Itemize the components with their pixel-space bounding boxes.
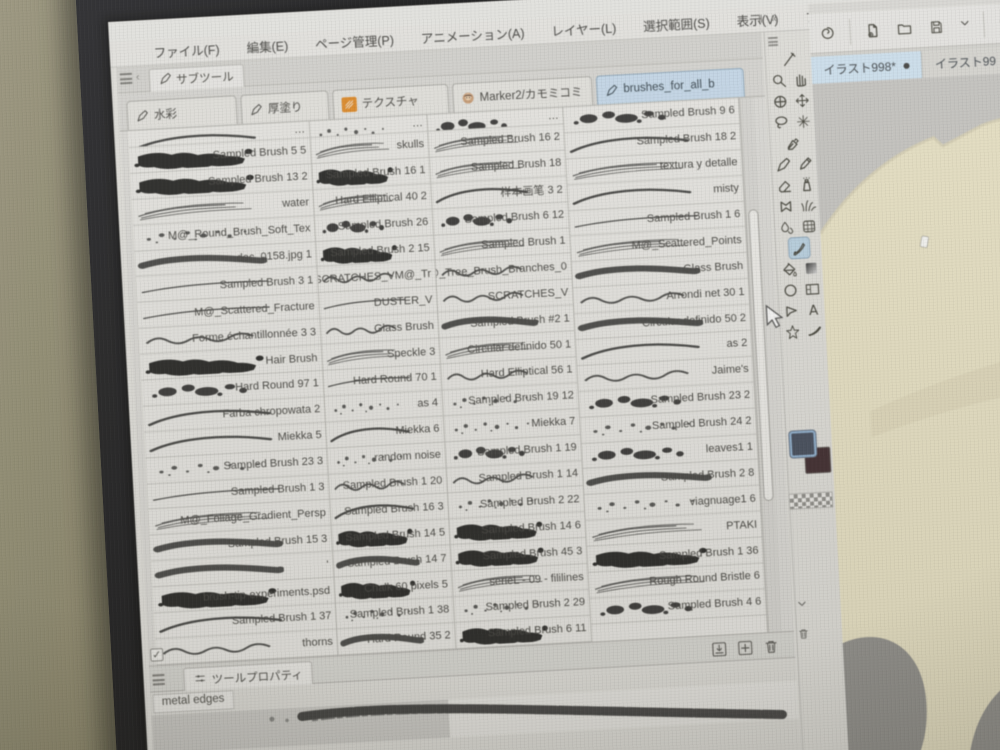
clip-studio-logo-icon[interactable] xyxy=(817,22,838,43)
tool-row xyxy=(768,69,811,91)
trash-icon[interactable] xyxy=(797,627,811,646)
chevron-down-icon[interactable] xyxy=(795,597,809,616)
palette-menu-icon[interactable] xyxy=(152,673,165,686)
tool-row xyxy=(776,216,819,238)
tool-row xyxy=(787,236,811,260)
chevron-down-icon[interactable] xyxy=(958,16,972,35)
mouse-cursor xyxy=(765,304,784,329)
tool-row xyxy=(773,153,816,175)
save-icon[interactable] xyxy=(926,16,947,37)
tool-row xyxy=(778,49,799,70)
menu-item[interactable]: アニメーション(A) xyxy=(420,23,525,48)
frame-tool-icon[interactable] xyxy=(801,279,822,300)
subtool-checkbox[interactable]: ✓ xyxy=(149,647,164,662)
add-subtool-icon[interactable] xyxy=(735,638,755,658)
ellipse-tool-icon[interactable] xyxy=(779,280,800,301)
palette-menu-icon[interactable] xyxy=(119,72,133,85)
foreground-color-swatch[interactable] xyxy=(789,430,817,458)
collapse-icon[interactable]: « xyxy=(770,13,777,25)
liner-tool-icon[interactable] xyxy=(804,321,825,342)
pen-top-tool-icon[interactable] xyxy=(778,49,799,70)
eraser-tool-icon[interactable] xyxy=(774,175,795,196)
brush-tab-1[interactable]: 水彩 xyxy=(126,95,238,131)
tool-row xyxy=(782,321,825,343)
svg-text:A: A xyxy=(808,304,818,319)
separator-glyph: ‖ xyxy=(757,13,764,26)
grass-tool-icon[interactable] xyxy=(797,195,818,216)
pen-icon xyxy=(250,102,264,116)
new-document-icon[interactable] xyxy=(862,20,883,41)
brush-tab-2[interactable]: 厚塗り xyxy=(240,90,330,124)
hand-tool-icon[interactable] xyxy=(790,69,811,90)
tool-row xyxy=(779,279,822,301)
pen-icon xyxy=(159,72,173,89)
tool-row xyxy=(783,133,804,154)
decoration-tool-icon[interactable] xyxy=(775,196,796,217)
pen-icon xyxy=(605,83,619,97)
tool-row xyxy=(775,195,818,217)
selected-subtool-name[interactable]: metal edges xyxy=(152,690,235,714)
palette-menu-icon[interactable] xyxy=(768,36,779,47)
texture-icon xyxy=(341,96,358,112)
lasso-tool-icon[interactable] xyxy=(770,112,791,133)
delete-subtool-icon[interactable] xyxy=(761,637,781,657)
eyedropper-tool-icon[interactable] xyxy=(783,133,804,154)
photo-of-screen: ファイル(F) 編集(E) ページ管理(P) アニメーション(A) レイヤー(L) 選択範… xyxy=(0,0,1000,750)
document-tab[interactable]: イラスト99 xyxy=(922,46,1000,78)
tool-row xyxy=(769,90,812,112)
fill-tool-icon[interactable] xyxy=(778,259,799,280)
subtool-palette: ‹ サブツール 水彩 厚塗り テクスチャ Marker2/カモミコミ brushes_f… xyxy=(116,32,794,666)
zoom-tool-icon[interactable] xyxy=(768,70,789,91)
menu-item[interactable]: 選択範囲(S) xyxy=(643,12,711,35)
move-tool-icon[interactable] xyxy=(791,90,812,111)
color-swatches xyxy=(789,430,832,490)
transparent-color-swatch[interactable] xyxy=(788,491,834,510)
modified-dot-icon xyxy=(903,62,911,69)
menu-item[interactable]: ファイル(F) xyxy=(153,39,220,62)
open-folder-icon[interactable] xyxy=(894,18,915,39)
import-subtool-icon[interactable] xyxy=(709,639,729,659)
operation-tool-icon[interactable] xyxy=(769,91,790,112)
mesh-tool-icon[interactable] xyxy=(798,216,819,237)
tool-row xyxy=(770,111,813,133)
tab-scroll-left-icon[interactable]: ‹ xyxy=(136,71,140,83)
avatar xyxy=(461,91,475,105)
menu-item[interactable]: 編集(E) xyxy=(246,35,289,56)
brush-grid: … Sampled Brush 5 5 Sampled Brush 13 2 wate… xyxy=(127,97,768,666)
wand-tool-icon[interactable] xyxy=(792,111,813,132)
gradient-tool-icon[interactable] xyxy=(800,258,821,279)
brush-tool-icon[interactable] xyxy=(787,236,811,260)
brush-column-4: Sampled Brush 9 6 Sampled Brush 18 2 textu… xyxy=(563,97,768,651)
pen-icon xyxy=(136,108,150,122)
divider xyxy=(848,18,852,45)
text-tool-icon[interactable]: A xyxy=(803,300,824,321)
tool-row xyxy=(774,174,817,196)
divider xyxy=(982,11,986,38)
brush-column-1: … Sampled Brush 5 5 Sampled Brush 13 2 wate… xyxy=(127,121,339,666)
sliders-icon xyxy=(193,671,207,688)
airbrush-tool-icon[interactable] xyxy=(796,174,817,195)
menu-item[interactable]: レイヤー(L) xyxy=(551,18,617,40)
undo-icon[interactable] xyxy=(996,12,1000,33)
blend-tool-icon[interactable] xyxy=(776,217,797,238)
tool-row xyxy=(778,258,821,280)
menu-item[interactable]: ページ管理(P) xyxy=(315,30,395,53)
panel-collapse-controls[interactable]: ‖ « xyxy=(757,6,777,33)
pen-tool-icon[interactable] xyxy=(773,154,794,175)
clip-studio-paint-window: ファイル(F) 編集(E) ページ管理(P) アニメーション(A) レイヤー(L) 選択範… xyxy=(108,0,1000,750)
pencil-tool-icon[interactable] xyxy=(795,153,816,174)
